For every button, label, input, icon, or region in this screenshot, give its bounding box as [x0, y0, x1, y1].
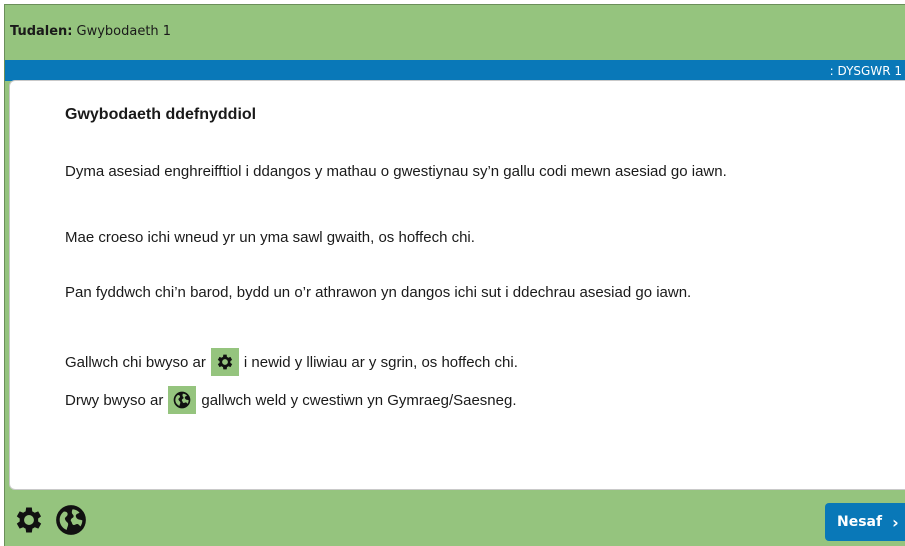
- paragraph-language: Drwy bwyso ar gallwch weld y cwestiwn yn…: [65, 386, 517, 414]
- page-name: Gwybodaeth 1: [76, 24, 172, 39]
- learner-label: : DYSGWR 1: [829, 63, 902, 78]
- content-heading: Gwybodaeth ddefnyddiol: [65, 106, 257, 123]
- settings-text-before: Gallwch chi bwyso ar: [65, 353, 206, 371]
- page-label: Tudalen:: [10, 24, 73, 39]
- next-label: Nesaf: [837, 514, 883, 530]
- globe-icon: [168, 386, 197, 414]
- chevron-right-icon: ›: [892, 512, 899, 532]
- settings-text-after: i newid y lliwiau ar y sgrin, os hoffech…: [243, 353, 518, 371]
- footer-toolbar: [12, 503, 88, 537]
- paragraph-settings: Gallwch chi bwyso ar i newid y lliwiau a…: [65, 348, 518, 376]
- gear-icon[interactable]: [12, 503, 46, 537]
- page-header: Tudalen: Gwybodaeth 1: [5, 5, 905, 58]
- gear-icon: [210, 348, 239, 376]
- learner-status-bar: : DYSGWR 1: [5, 60, 905, 81]
- next-button[interactable]: Nesaf ›: [825, 503, 905, 541]
- paragraph-intro: Dyma asesiad enghreifftiol i ddangos y m…: [65, 163, 727, 180]
- language-text-after: gallwch weld y cwestiwn yn Gymraeg/Saesn…: [201, 391, 517, 409]
- language-text-before: Drwy bwyso ar: [65, 391, 164, 409]
- globe-icon[interactable]: [54, 503, 88, 537]
- paragraph-repeat: Mae croeso ichi wneud yr un yma sawl gwa…: [65, 229, 475, 246]
- content-panel: Gwybodaeth ddefnyddiol Dyma asesiad engh…: [9, 80, 905, 490]
- paragraph-ready: Pan fyddwch chi’n barod, bydd un o’r ath…: [65, 284, 692, 301]
